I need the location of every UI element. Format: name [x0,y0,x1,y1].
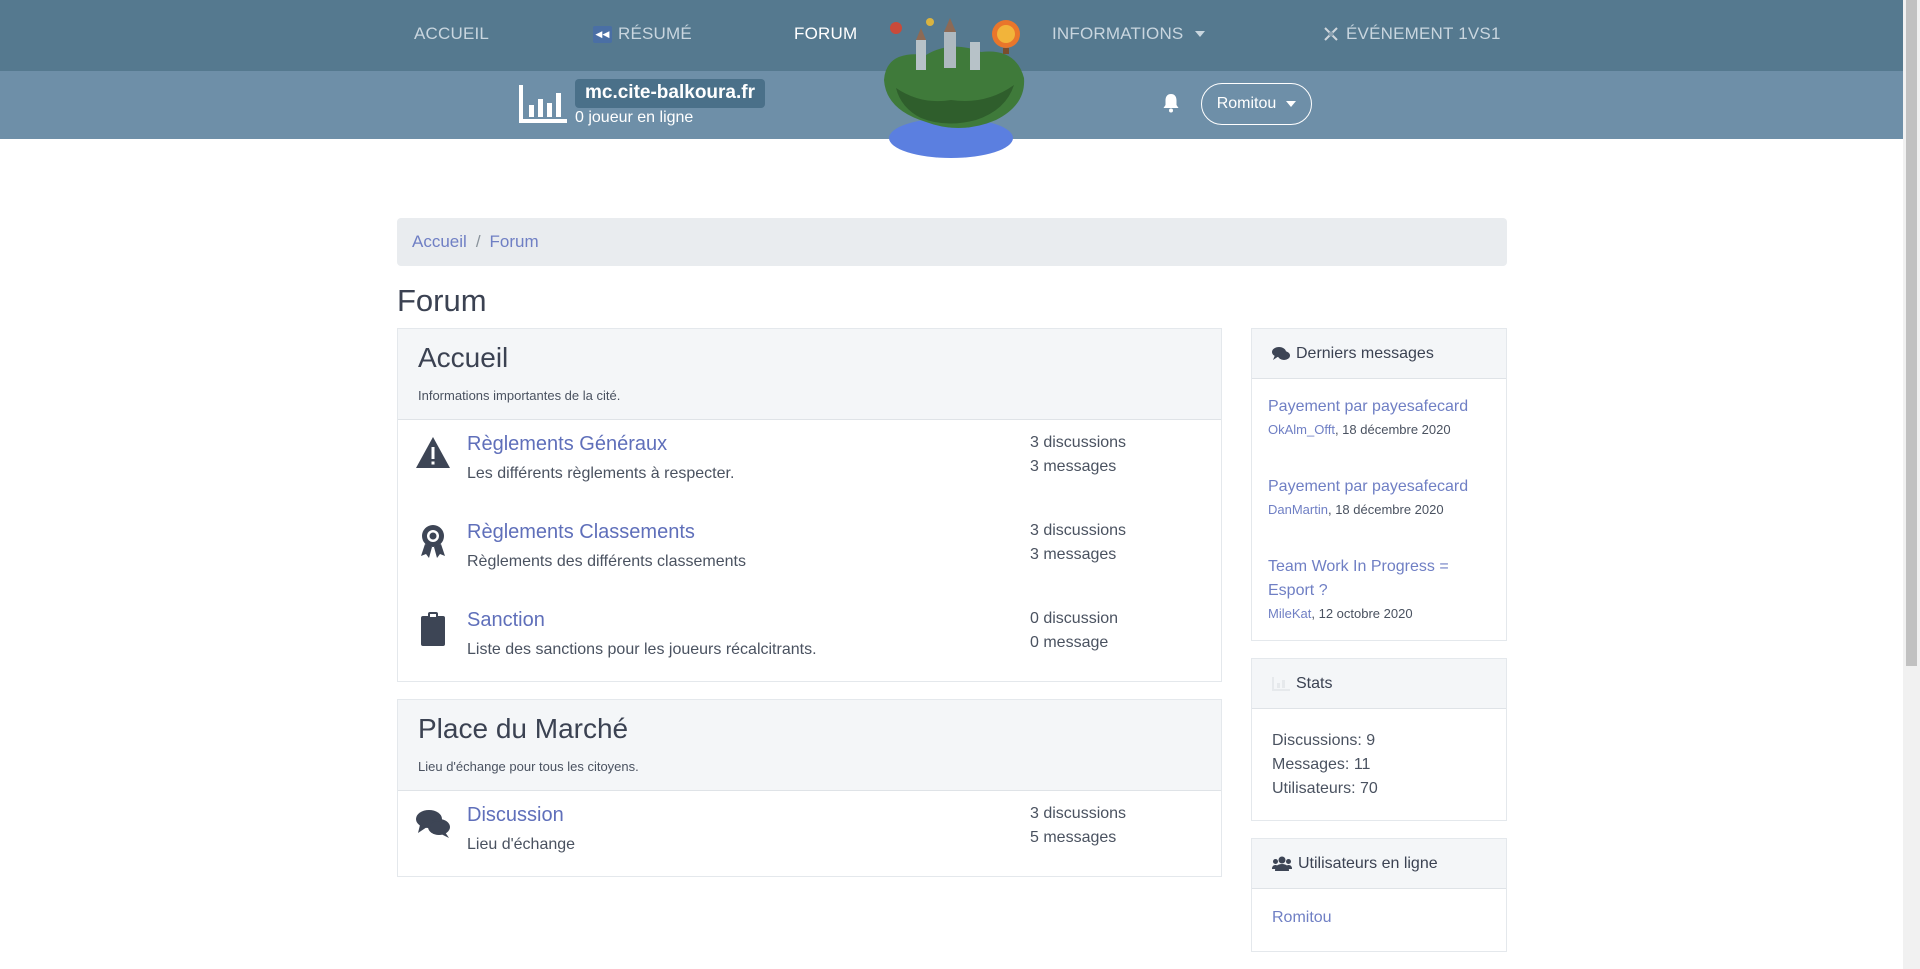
forum-title-link[interactable]: Règlements Classements [467,521,695,544]
server-address[interactable]: mc.cite-balkoura.fr [575,79,765,108]
chevron-down-icon [1286,101,1297,107]
category-title[interactable]: Accueil [418,342,508,374]
latest-message-date: , 12 octobre 2020 [1311,606,1413,621]
latest-message-date: , 18 décembre 2020 [1334,422,1451,437]
stat-messages: Messages: 11 [1272,756,1371,773]
forum-row: Règlements Classements Règlements des di… [398,508,1221,588]
nav-accueil[interactable]: Accueil [414,24,489,44]
chat-bubbles-icon [416,810,450,838]
floating-island-logo[interactable] [866,10,1036,158]
forum-title-link[interactable]: Discussion [467,804,564,827]
user-menu-button[interactable]: Romitou [1201,83,1312,125]
forum-message-count: 5 messages [1030,829,1117,846]
forum-description: Lieu d'échange [467,836,576,853]
category-description: Informations importantes de la cité. [418,388,621,403]
forum-message-count: 0 message [1030,634,1109,651]
users-icon [1272,856,1292,871]
forum-discussion-count: 0 discussion [1030,610,1119,627]
stat-discussions: Discussions: 9 [1272,732,1376,749]
latest-message-item: Payement par payesafecard DanMartin, 18 … [1268,475,1493,517]
breadcrumb: Accueil / Forum [397,218,1507,266]
latest-message-date: , 18 décembre 2020 [1327,502,1444,517]
category-header: Place du Marché Lieu d'échange pour tous… [398,700,1221,791]
warning-triangle-icon [416,437,450,468]
nav-informations-label: Informations [1052,24,1184,43]
breadcrumb-current: Forum [489,232,539,251]
stats-title: Stats [1296,674,1333,692]
latest-message-link[interactable]: Team Work In Progress = Esport ? [1268,555,1493,603]
category-description: Lieu d'échange pour tous les citoyens. [418,759,639,774]
nav-forum-label: Forum [794,24,858,43]
forum-description: Règlements des différents classements [467,553,746,570]
online-users-title: Utilisateurs en ligne [1298,854,1438,872]
online-user-link[interactable]: Romitou [1272,909,1332,927]
latest-message-author[interactable]: DanMartin [1268,502,1328,517]
online-users-header: Utilisateurs en ligne [1252,839,1506,889]
online-player-count: 0 joueur en ligne [575,109,694,126]
forum-page: Accueil ◀◀ Résumé Forum Informations Évé… [0,0,1920,969]
forum-discussion-count: 3 discussions [1030,805,1127,822]
bar-chart-icon [519,85,567,123]
category-card: Accueil Informations importantes de la c… [397,328,1222,682]
nav-evenement-label: Événement 1vs1 [1346,24,1501,43]
nav-accueil-label: Accueil [414,24,490,43]
latest-message-link[interactable]: Payement par payesafecard [1268,395,1493,419]
crossed-swords-icon [1324,27,1338,41]
latest-messages-title: Derniers messages [1296,344,1434,362]
stats-panel: Stats Discussions: 9 Messages: 11 Utilis… [1251,658,1507,821]
nav-resume[interactable]: ◀◀ Résumé [593,24,692,44]
latest-message-author[interactable]: OkAlm_Offt [1268,422,1335,437]
nav-forum[interactable]: Forum [794,24,857,44]
stats-header: Stats [1252,659,1506,709]
latest-messages-header: Derniers messages [1252,329,1506,379]
chart-icon [1272,676,1290,691]
latest-message-meta: DanMartin, 18 décembre 2020 [1268,502,1493,517]
forum-title-link[interactable]: Sanction [467,609,545,632]
category-card: Place du Marché Lieu d'échange pour tous… [397,699,1222,877]
forum-discussion-count: 3 discussions [1030,434,1127,451]
nav-informations-dropdown[interactable]: Informations [1052,24,1206,44]
award-ribbon-icon [421,525,445,558]
breadcrumb-separator: / [475,232,481,251]
latest-message-meta: MileKat, 12 octobre 2020 [1268,606,1493,621]
page-title: Forum [397,283,487,318]
latest-message-link[interactable]: Payement par payesafecard [1268,475,1493,499]
nav-resume-label: Résumé [618,24,692,43]
category-header: Accueil Informations importantes de la c… [398,329,1221,420]
comments-icon [1272,347,1290,360]
forum-description: Les différents règlements à respecter. [467,465,735,482]
forum-message-count: 3 messages [1030,458,1117,475]
chevron-down-icon [1195,31,1206,37]
forum-discussion-count: 3 discussions [1030,522,1127,539]
forum-row: Sanction Liste des sanctions pour les jo… [398,596,1221,676]
user-menu-label: Romitou [1216,95,1277,112]
latest-message-item: Team Work In Progress = Esport ? MileKat… [1268,555,1493,621]
latest-message-meta: OkAlm_Offt, 18 décembre 2020 [1268,422,1493,437]
forum-row: Discussion Lieu d'échange 3 discussions … [398,791,1221,871]
forum-description: Liste des sanctions pour les joueurs réc… [467,641,817,658]
category-title[interactable]: Place du Marché [418,713,628,745]
nav-evenement[interactable]: Événement 1vs1 [1322,24,1501,44]
stat-users: Utilisateurs: 70 [1272,780,1378,797]
stats-list: Discussions: 9 Messages: 11 Utilisateurs… [1272,729,1378,801]
forum-row: Règlements Généraux Les différents règle… [398,420,1221,500]
breadcrumb-home-link[interactable]: Accueil [412,232,467,252]
forum-message-count: 3 messages [1030,546,1117,563]
latest-messages-panel: Derniers messages Payement par payesafec… [1251,328,1507,641]
online-users-panel: Utilisateurs en ligne Romitou [1251,838,1507,952]
bell-icon[interactable] [1162,93,1180,113]
latest-message-item: Payement par payesafecard OkAlm_Offt, 18… [1268,395,1493,437]
clipboard-icon [421,612,445,646]
latest-message-author[interactable]: MileKat [1268,606,1311,621]
rewind-icon: ◀◀ [593,25,612,43]
forum-title-link[interactable]: Règlements Généraux [467,433,667,456]
scrollbar-thumb[interactable] [1906,0,1917,666]
